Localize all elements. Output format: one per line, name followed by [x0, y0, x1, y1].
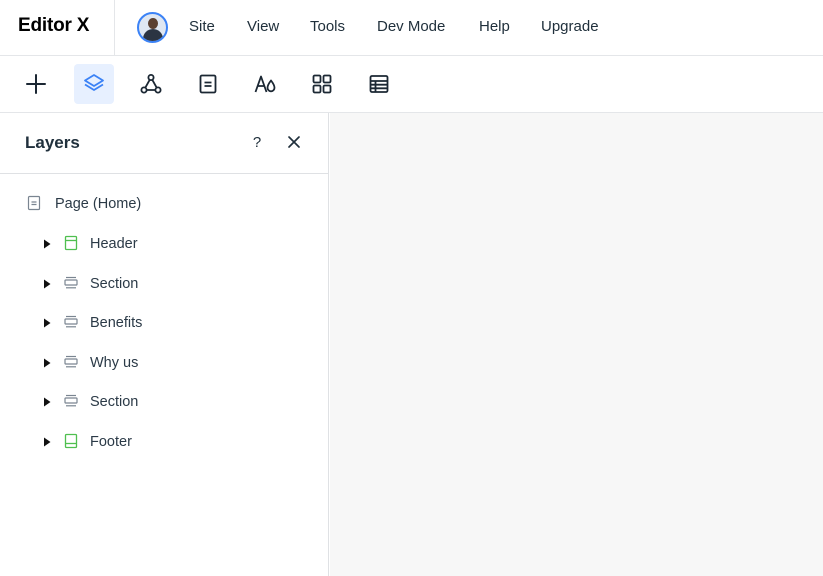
- layers-panel: Layers ? Page (Home) Header Section Bene…: [0, 113, 329, 576]
- plus-icon: [26, 74, 46, 94]
- help-button[interactable]: ?: [249, 134, 265, 152]
- layer-label: Footer: [90, 434, 132, 450]
- layers-button[interactable]: [74, 64, 114, 104]
- layer-label: Section: [90, 276, 139, 292]
- table-icon: [369, 75, 389, 93]
- avatar[interactable]: [137, 12, 168, 43]
- section-layer-icon: [64, 394, 78, 407]
- menu-tools[interactable]: Tools: [310, 18, 345, 35]
- page-layer-icon: [27, 195, 41, 211]
- layer-section-2[interactable]: Section: [0, 385, 328, 419]
- expand-arrow-icon[interactable]: [43, 358, 51, 368]
- layer-label: Why us: [90, 355, 139, 371]
- panel-title: Layers: [25, 133, 80, 152]
- menu-help[interactable]: Help: [479, 18, 510, 35]
- section-layer-icon: [64, 355, 78, 368]
- expand-arrow-icon[interactable]: [43, 437, 51, 447]
- expand-arrow-icon[interactable]: [43, 397, 51, 407]
- divider: [114, 0, 115, 56]
- pages-button[interactable]: [188, 64, 228, 104]
- menu-site[interactable]: Site: [189, 18, 215, 35]
- expand-arrow-icon[interactable]: [43, 239, 51, 249]
- menu-view[interactable]: View: [247, 18, 279, 35]
- avatar-body: [143, 29, 163, 41]
- editor-canvas[interactable]: [330, 113, 823, 576]
- menu-upgrade[interactable]: Upgrade: [541, 18, 599, 35]
- connect-button[interactable]: [131, 64, 171, 104]
- layer-benefits[interactable]: Benefits: [0, 306, 328, 340]
- editor-x-logo[interactable]: Editor X: [18, 15, 89, 37]
- close-icon[interactable]: [285, 133, 303, 151]
- section-layer-icon: [64, 315, 78, 328]
- theme-button[interactable]: [245, 64, 285, 104]
- avatar-head: [148, 18, 158, 29]
- grid-apps-icon: [312, 74, 332, 94]
- layer-footer[interactable]: Footer: [0, 425, 328, 459]
- page-icon: [199, 74, 217, 94]
- layer-header[interactable]: Header: [0, 227, 328, 261]
- connect-nodes-icon: [140, 74, 162, 94]
- layer-label: Benefits: [90, 315, 143, 331]
- top-bar: Editor X Site View Tools Dev Mode Help U…: [0, 0, 823, 56]
- layer-section[interactable]: Section: [0, 267, 328, 301]
- expand-arrow-icon[interactable]: [43, 279, 51, 289]
- expand-arrow-icon[interactable]: [43, 318, 51, 328]
- add-button[interactable]: [16, 64, 56, 104]
- layer-why-us[interactable]: Why us: [0, 346, 328, 380]
- footer-layer-icon: [64, 433, 78, 449]
- header-layer-icon: [64, 235, 78, 251]
- section-layer-icon: [64, 276, 78, 289]
- cms-button[interactable]: [359, 64, 399, 104]
- layers-panel-header: Layers ?: [0, 113, 328, 174]
- layer-page-home[interactable]: Page (Home): [0, 187, 328, 221]
- layer-label: Section: [90, 394, 139, 410]
- layer-label: Header: [90, 236, 138, 252]
- menu-dev-mode[interactable]: Dev Mode: [377, 18, 445, 35]
- toolbar: [0, 56, 823, 113]
- layers-icon: [84, 74, 104, 91]
- apps-button[interactable]: [302, 64, 342, 104]
- layer-label: Page (Home): [55, 196, 142, 212]
- text-theme-icon: [254, 75, 276, 93]
